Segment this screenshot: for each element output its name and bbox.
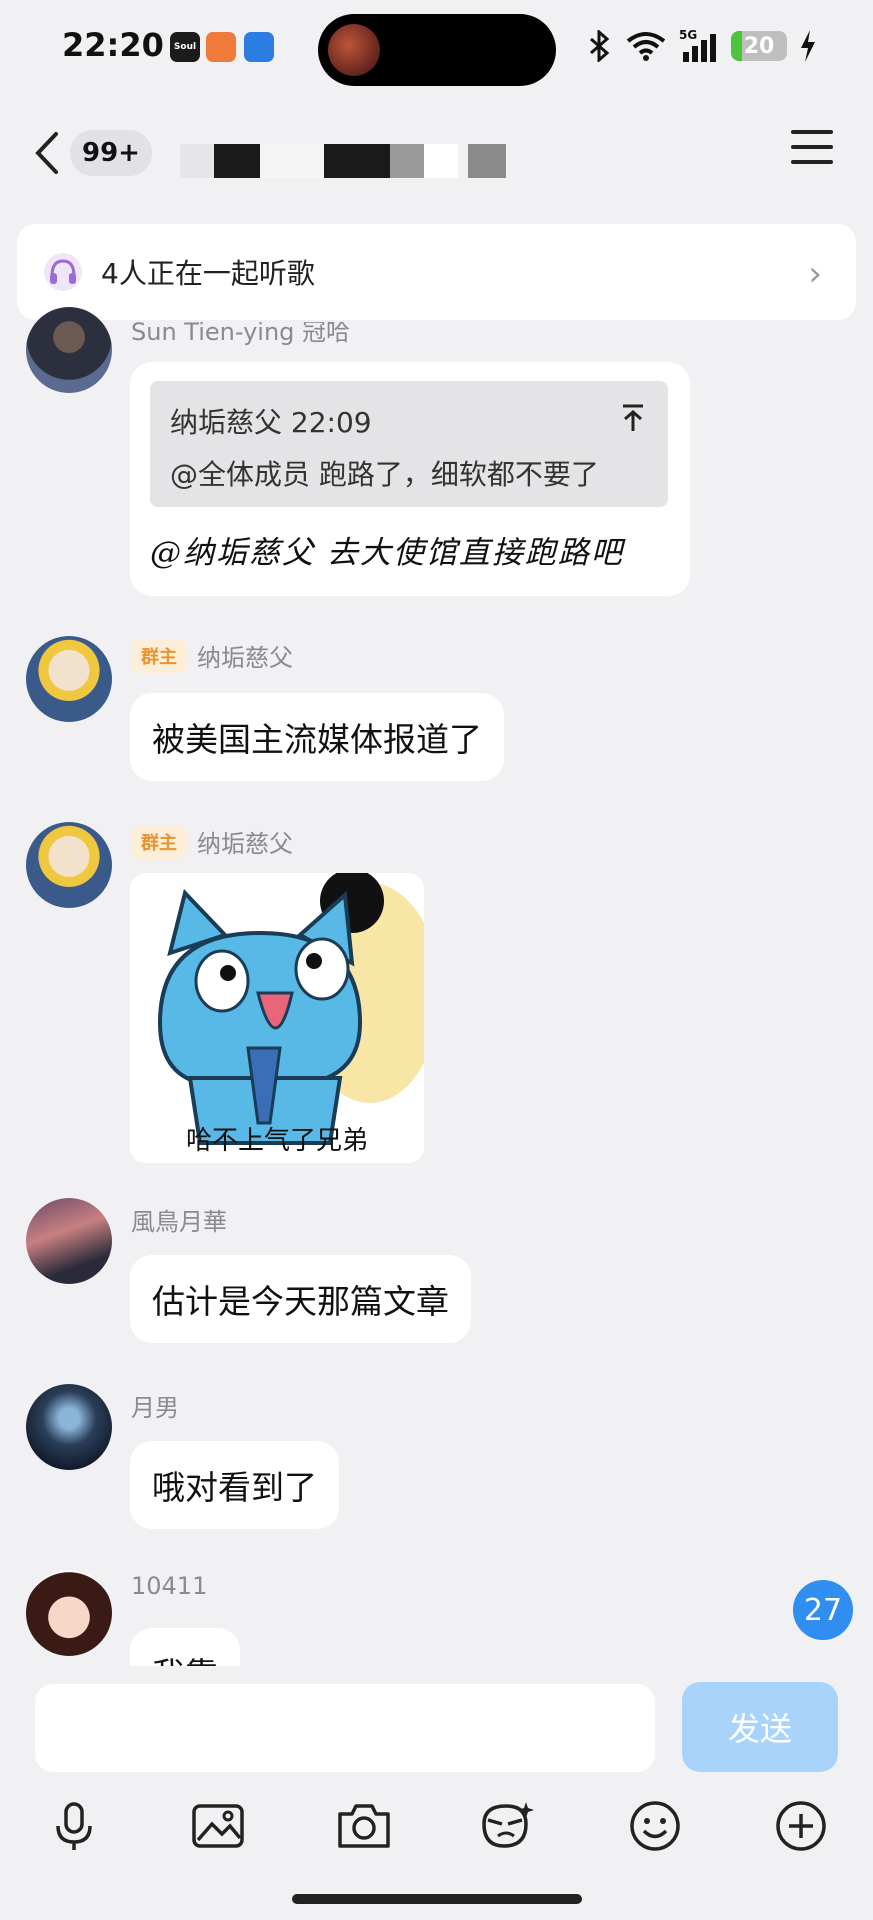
sticker-caption: 哈不上气了兄弟 [185, 1126, 368, 1156]
emoji-icon[interactable] [625, 1796, 685, 1856]
message-bubble[interactable]: 估计是今天那篇文章 [130, 1255, 471, 1343]
unread-count-badge[interactable]: 99+ [70, 130, 152, 176]
battery-indicator: 20 [731, 31, 787, 61]
sender-name: 風鳥月華 [131, 1208, 227, 1236]
message-text: @纳垢慈父 去大使馆直接跑路吧 [150, 535, 624, 571]
message-bubble[interactable]: 被美国主流媒体报道了 [130, 693, 504, 781]
sender-name-row: 群主 纳垢慈父 [131, 638, 293, 673]
avatar[interactable] [26, 636, 112, 722]
message-text: 估计是今天那篇文章 [152, 1282, 449, 1321]
home-indicator[interactable] [292, 1894, 582, 1904]
sender-name: 10411 [131, 1572, 208, 1600]
browser-app-icon [244, 32, 274, 62]
sticker-icon[interactable] [476, 1796, 536, 1856]
dynamic-island [318, 14, 556, 86]
status-time: 22:20 [62, 26, 164, 64]
send-button[interactable]: 发送 [682, 1682, 838, 1772]
quoted-message[interactable]: 纳垢慈父 22:09 @全体成员 跑路了，细软都不要了 [150, 381, 668, 507]
sticker-message[interactable]: 哈不上气了兄弟 [130, 873, 424, 1163]
jump-to-quote-icon[interactable] [620, 403, 646, 433]
chevron-right-icon: › [808, 254, 822, 294]
quote-author-time: 纳垢慈父 22:09 [170, 406, 372, 439]
status-bar: 22:20 Soul 5G 20 [0, 0, 873, 100]
message-bubble[interactable]: 哦对看到了 [130, 1441, 339, 1529]
camera-icon[interactable] [334, 1796, 394, 1856]
message-text: 我靠 [152, 1648, 218, 1666]
message-text: 哦对看到了 [152, 1468, 317, 1507]
sender-name: 纳垢慈父 [197, 830, 293, 858]
quote-text: @全体成员 跑路了，细软都不要了 [170, 458, 599, 491]
charging-icon [801, 30, 815, 62]
avatar[interactable] [26, 1198, 112, 1284]
message-bubble-clip: 我靠 [0, 1620, 873, 1666]
group-owner-badge: 群主 [131, 638, 187, 673]
listen-together-banner[interactable]: 4人正在一起听歌 › [17, 224, 856, 320]
listen-together-text: 4人正在一起听歌 [101, 257, 315, 290]
sender-name: 月男 [131, 1394, 179, 1422]
plus-icon[interactable] [771, 1796, 831, 1856]
input-area: 发送 [0, 1666, 873, 1920]
message-text: 被美国主流媒体报道了 [152, 720, 482, 759]
avatar[interactable] [26, 1384, 112, 1470]
sender-name-row: 群主 纳垢慈父 [131, 824, 293, 859]
bluetooth-icon [590, 30, 610, 62]
message-bubble[interactable]: 我靠 [130, 1628, 240, 1666]
image-icon[interactable] [188, 1796, 248, 1856]
microphone-icon[interactable] [44, 1796, 104, 1856]
new-messages-badge[interactable]: 27 [793, 1580, 853, 1640]
now-playing-icon [328, 24, 380, 76]
avatar[interactable] [26, 307, 112, 393]
chat-header: 99+ [0, 100, 873, 210]
message-input[interactable] [35, 1684, 655, 1772]
avatar[interactable] [26, 822, 112, 908]
chat-title-redacted[interactable] [180, 144, 506, 178]
sender-name: 纳垢慈父 [197, 644, 293, 672]
notification-app-icon [206, 32, 236, 62]
cellular-icon: 5G [679, 28, 719, 62]
hamburger-menu-icon[interactable] [791, 130, 833, 170]
soul-app-icon: Soul [170, 32, 200, 62]
status-indicators: 5G 20 [587, 28, 817, 62]
chevron-left-icon[interactable] [28, 128, 68, 178]
input-toolbar [0, 1796, 873, 1876]
group-owner-badge: 群主 [131, 824, 187, 859]
headphones-icon [44, 253, 82, 291]
wifi-icon [626, 32, 666, 61]
